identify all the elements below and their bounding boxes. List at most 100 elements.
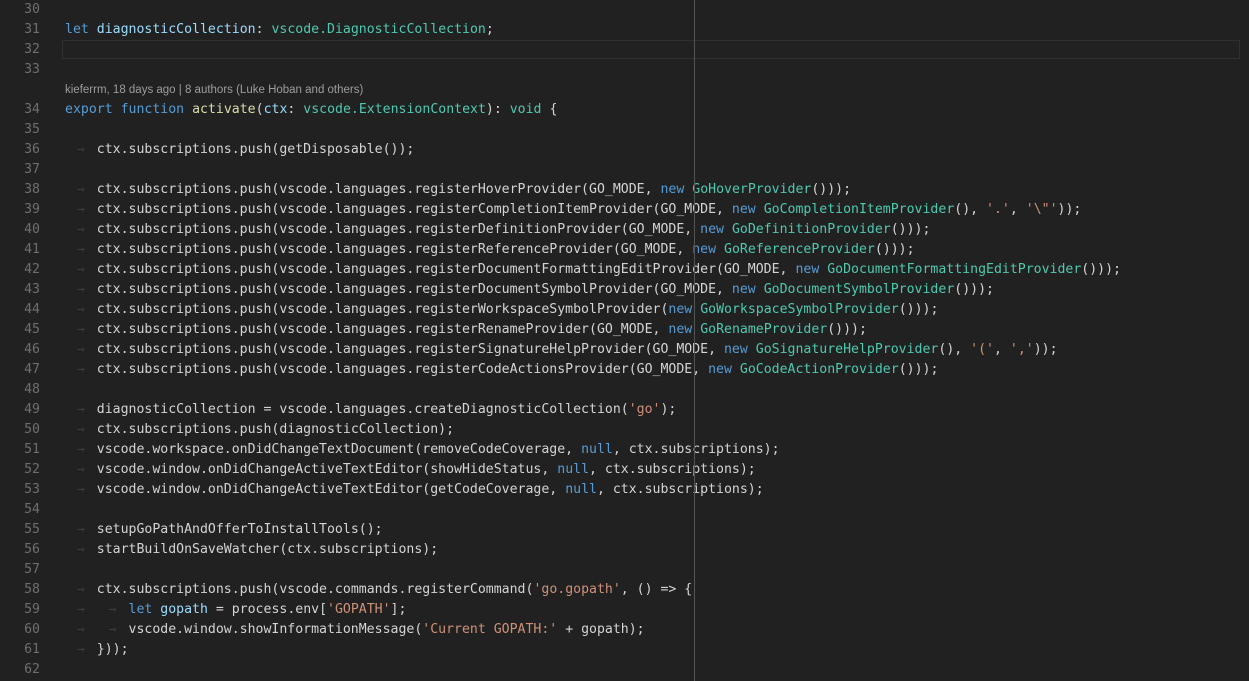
code-token: ())); [1081,262,1121,277]
editor-row: 48 [0,380,1249,400]
line-number[interactable]: 46 [0,340,40,360]
code-token: startBuildOnSaveWatcher(ctx.subscription… [97,542,438,557]
line-number[interactable]: 45 [0,320,40,340]
code-line[interactable]: →ctx.subscriptions.push(vscode.languages… [40,260,1121,280]
line-number[interactable]: 48 [0,380,40,400]
code-token: ctx.subscriptions.push(vscode.languages.… [97,242,692,257]
line-number[interactable]: 41 [0,240,40,260]
line-number[interactable]: 42 [0,260,40,280]
code-line[interactable]: →ctx.subscriptions.push(vscode.languages… [40,340,1058,360]
code-line[interactable]: →setupGoPathAndOfferToInstallTools(); [40,520,383,540]
code-token: ctx.subscriptions.push(vscode.languages.… [97,202,732,217]
code-editor[interactable]: 3031let diagnosticCollection: vscode.Dia… [0,0,1249,681]
line-number[interactable]: 35 [0,120,40,140]
editor-row: 32 [0,40,1249,60]
code-token: , [1010,202,1026,217]
line-number[interactable]: 61 [0,640,40,660]
line-number[interactable]: 31 [0,20,40,40]
code-line[interactable] [40,0,65,20]
line-number[interactable]: 58 [0,580,40,600]
code-line[interactable]: →})); [40,640,129,660]
line-number[interactable]: 54 [0,500,40,520]
code-token: , ctx.subscriptions); [589,462,756,477]
line-number[interactable]: 51 [0,440,40,460]
code-line[interactable]: →ctx.subscriptions.push(vscode.languages… [40,360,938,380]
code-line[interactable]: →ctx.subscriptions.push(vscode.commands.… [40,580,692,600]
line-number[interactable]: 55 [0,520,40,540]
code-line[interactable] [40,160,65,180]
code-line[interactable]: →ctx.subscriptions.push(vscode.languages… [40,320,867,340]
code-line[interactable] [40,120,65,140]
code-line[interactable]: →vscode.workspace.onDidChangeTextDocumen… [40,440,780,460]
code-line[interactable]: →ctx.subscriptions.push(vscode.languages… [40,280,994,300]
code-line[interactable] [40,500,65,520]
line-number[interactable]: 43 [0,280,40,300]
code-line[interactable]: →ctx.subscriptions.push(vscode.languages… [40,240,915,260]
code-line[interactable] [40,40,65,60]
line-number[interactable]: 34 [0,100,40,120]
editor-row: 35 [0,120,1249,140]
editor-rows: 3031let diagnosticCollection: vscode.Dia… [0,0,1249,680]
code-token: vscode.ExtensionContext [303,102,486,117]
code-line[interactable]: →ctx.subscriptions.push(diagnosticCollec… [40,420,454,440]
code-token: vscode.window.showInformationMessage( [129,622,423,637]
code-token: , () => { [621,582,692,597]
code-line[interactable]: →→let gopath = process.env['GOPATH']; [40,600,406,620]
code-line[interactable]: →→vscode.window.showInformationMessage('… [40,620,645,640]
code-line[interactable] [40,560,65,580]
code-token: null [581,442,613,457]
code-line[interactable]: →ctx.subscriptions.push(vscode.languages… [40,300,938,320]
line-number[interactable]: 39 [0,200,40,220]
code-token: let [65,22,89,37]
code-line[interactable]: →ctx.subscriptions.push(vscode.languages… [40,200,1081,220]
code-line[interactable]: →ctx.subscriptions.push(getDisposable())… [40,140,414,160]
line-number[interactable]: 33 [0,60,40,80]
code-line[interactable]: →ctx.subscriptions.push(vscode.languages… [40,180,851,200]
code-line[interactable]: let diagnosticCollection: vscode.Diagnos… [40,20,494,40]
line-number[interactable]: 60 [0,620,40,640]
code-token: new [708,362,732,377]
code-token: ctx.subscriptions.push(vscode.languages.… [97,222,700,237]
code-line[interactable]: →vscode.window.onDidChangeActiveTextEdit… [40,460,756,480]
code-token: let [129,602,153,617]
line-number[interactable]: 37 [0,160,40,180]
code-line[interactable]: →diagnosticCollection = vscode.languages… [40,400,676,420]
line-number[interactable]: 53 [0,480,40,500]
tab-arrow-icon: → [65,400,97,420]
code-token: new [732,202,756,217]
line-number[interactable]: 32 [0,40,40,60]
line-number[interactable]: 62 [0,660,40,680]
line-number[interactable]: 49 [0,400,40,420]
line-number[interactable]: 59 [0,600,40,620]
code-token: GoHoverProvider [692,182,811,197]
editor-row: 61→})); [0,640,1249,660]
line-number[interactable]: 38 [0,180,40,200]
editor-row: 59→→let gopath = process.env['GOPATH']; [0,600,1249,620]
code-token: vscode.window.onDidChangeActiveTextEdito… [97,482,565,497]
code-line[interactable]: →ctx.subscriptions.push(vscode.languages… [40,220,930,240]
codelens-annotation[interactable]: kieferrm, 18 days ago | 8 authors (Luke … [40,80,363,100]
line-number[interactable]: 44 [0,300,40,320]
code-token: 'Current GOPATH:' [422,622,557,637]
editor-row: 31let diagnosticCollection: vscode.Diagn… [0,20,1249,40]
line-number[interactable]: 50 [0,420,40,440]
code-line[interactable]: →vscode.window.onDidChangeActiveTextEdit… [40,480,764,500]
line-number[interactable]: 40 [0,220,40,240]
code-line[interactable]: export function activate(ctx: vscode.Ext… [40,100,557,120]
code-line[interactable] [40,660,65,680]
line-number[interactable]: 30 [0,0,40,20]
code-token: GoRenameProvider [700,322,827,337]
line-number[interactable]: 57 [0,560,40,580]
code-token: + gopath); [557,622,644,637]
line-number[interactable]: 52 [0,460,40,480]
code-token: (), [954,202,986,217]
tab-arrow-icon: → [97,600,129,620]
line-number[interactable]: 56 [0,540,40,560]
code-line[interactable] [40,380,65,400]
code-line[interactable] [40,60,65,80]
line-number[interactable]: 36 [0,140,40,160]
line-number[interactable]: 47 [0,360,40,380]
code-token: GoReferenceProvider [724,242,875,257]
code-token: ',' [1010,342,1034,357]
code-line[interactable]: →startBuildOnSaveWatcher(ctx.subscriptio… [40,540,438,560]
